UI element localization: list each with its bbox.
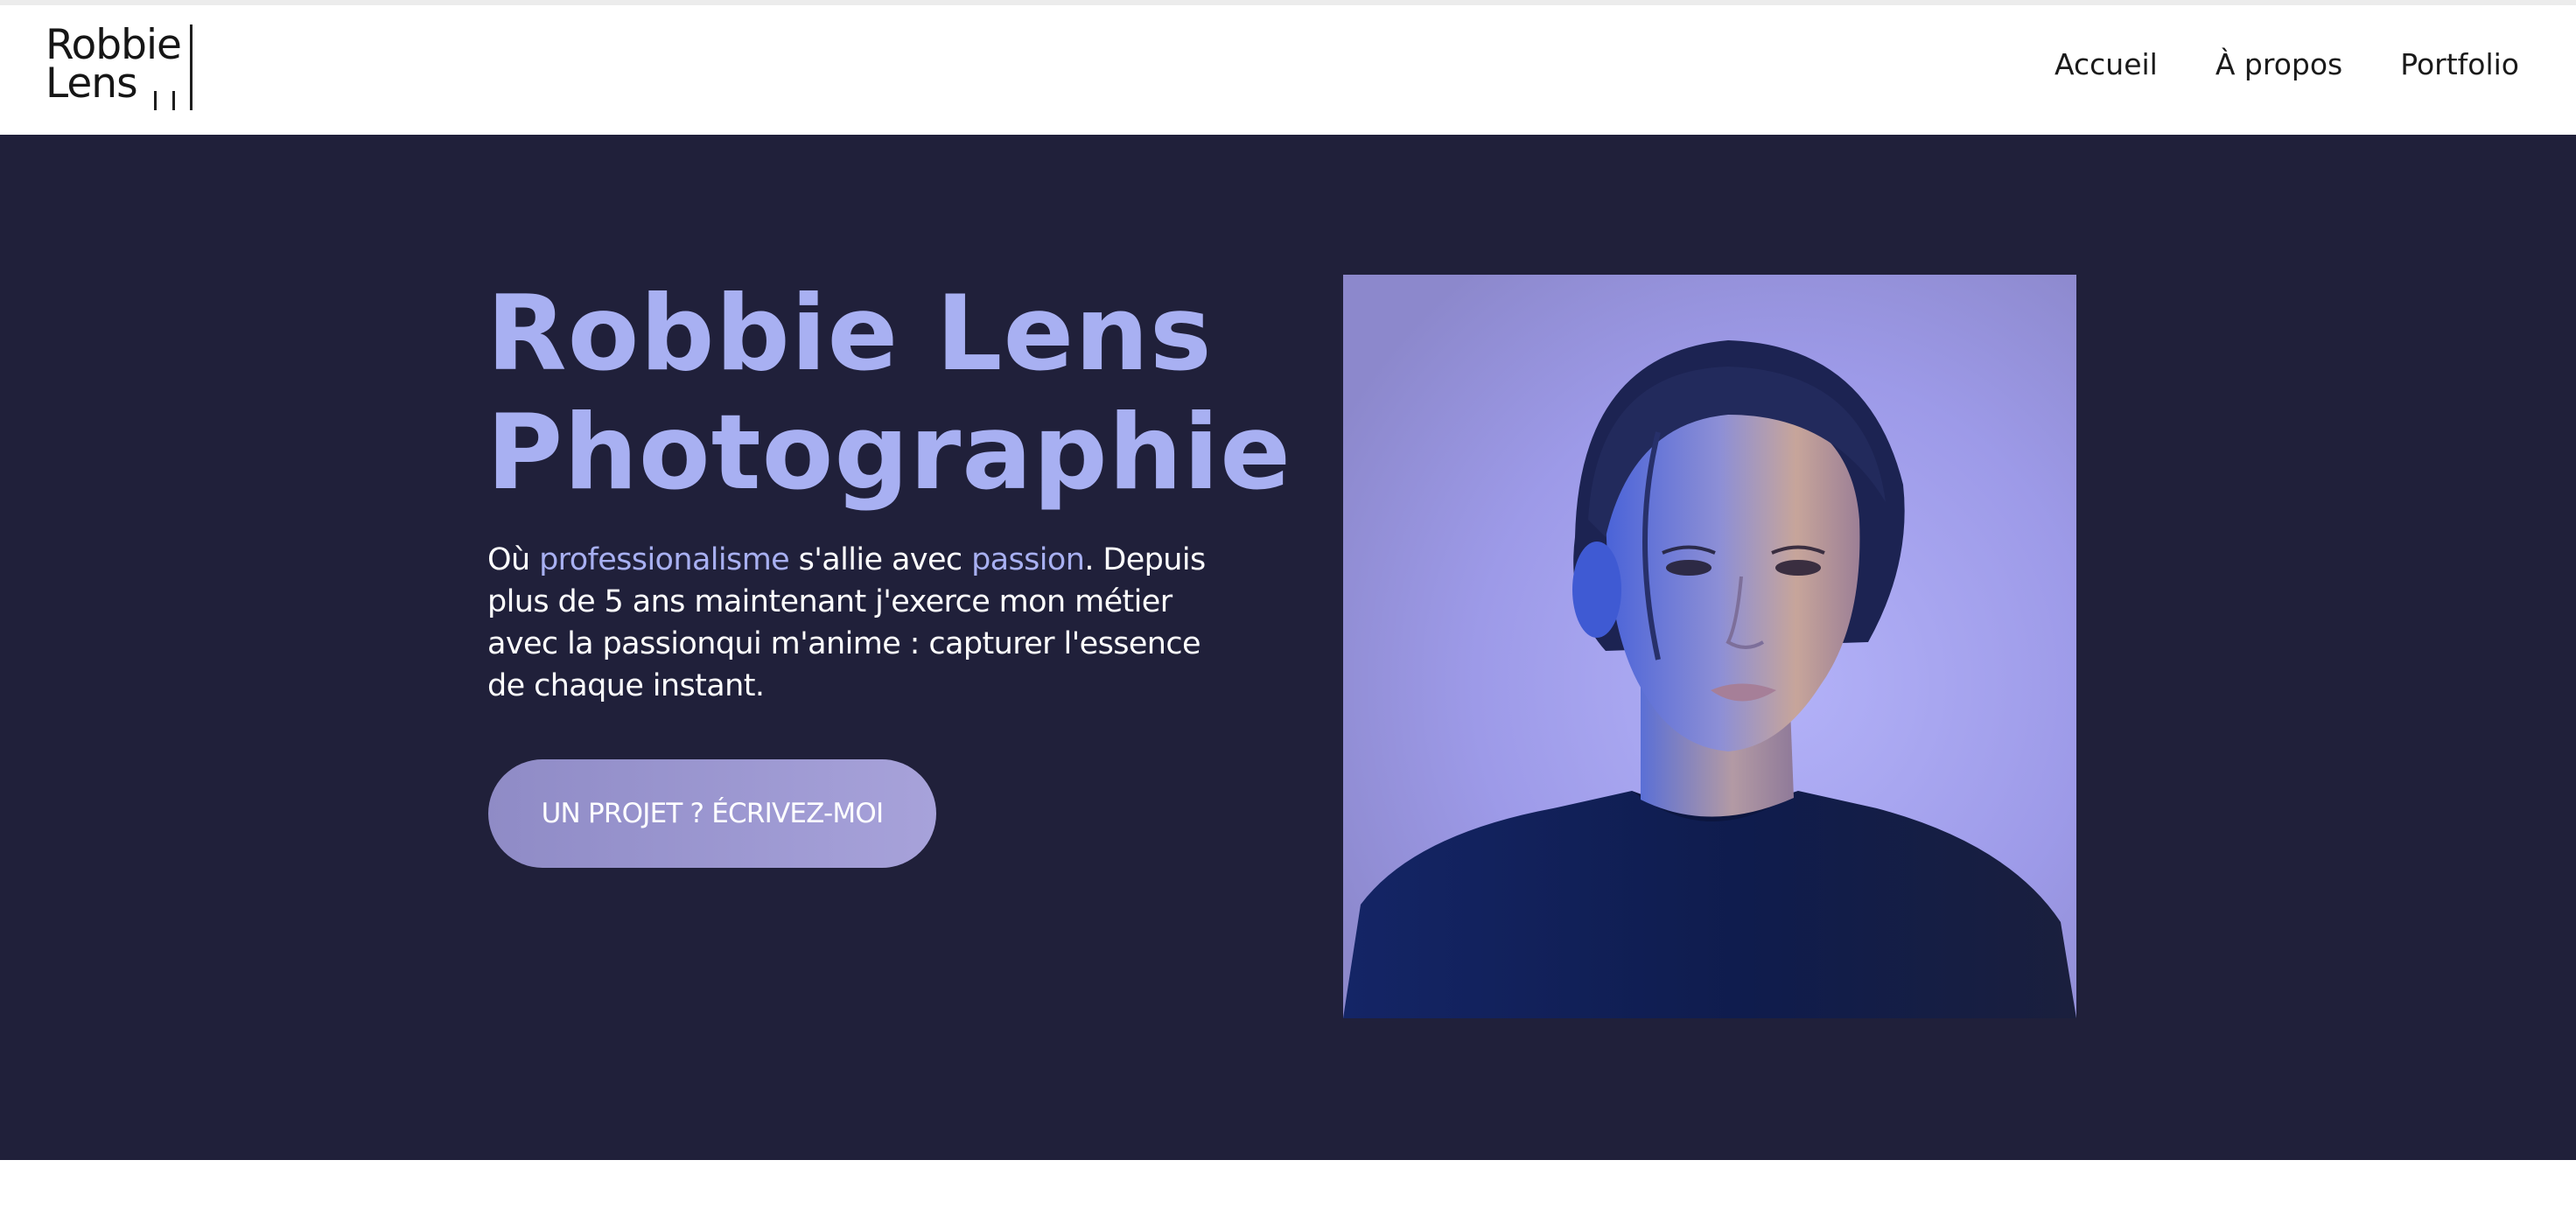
contact-cta-button[interactable]: UN PROJET ? ÉCRIVEZ-MOI xyxy=(488,759,936,868)
nav-item-accueil[interactable]: Accueil xyxy=(2054,47,2158,81)
nav-item-a-propos[interactable]: À propos xyxy=(2216,47,2342,81)
hero-highlight-passion: passion xyxy=(971,542,1085,577)
hero-title-line-2: Photographie xyxy=(486,393,1292,514)
hero-description: Où professionalisme s'allie avec passion… xyxy=(487,539,1214,707)
nav-item-portfolio[interactable]: Portfolio xyxy=(2400,47,2519,81)
hero-title-line-1: Robbie Lens xyxy=(486,274,1213,395)
logo[interactable]: Robbie Lens xyxy=(46,21,212,110)
main-nav: Accueil À propos Portfolio xyxy=(2054,42,2519,86)
logo-bar xyxy=(154,91,157,110)
hero-title: Robbie Lens Photographie xyxy=(486,274,1292,514)
logo-line-2: Lens xyxy=(46,59,138,108)
logo-bar xyxy=(172,91,175,110)
hero-highlight-professionalisme: professionalisme xyxy=(539,542,790,577)
site-header: Robbie Lens Accueil À propos Portfolio xyxy=(0,0,2576,135)
hero-section: Robbie Lens Photographie Où professional… xyxy=(0,135,2576,1160)
portrait-photo xyxy=(1343,275,2076,1018)
logo-bar-tall xyxy=(190,24,192,110)
page-bottom xyxy=(0,1160,2576,1223)
hero-text-part-1: Où xyxy=(487,542,540,577)
hero-text-part-2: s'allie avec xyxy=(789,542,972,577)
